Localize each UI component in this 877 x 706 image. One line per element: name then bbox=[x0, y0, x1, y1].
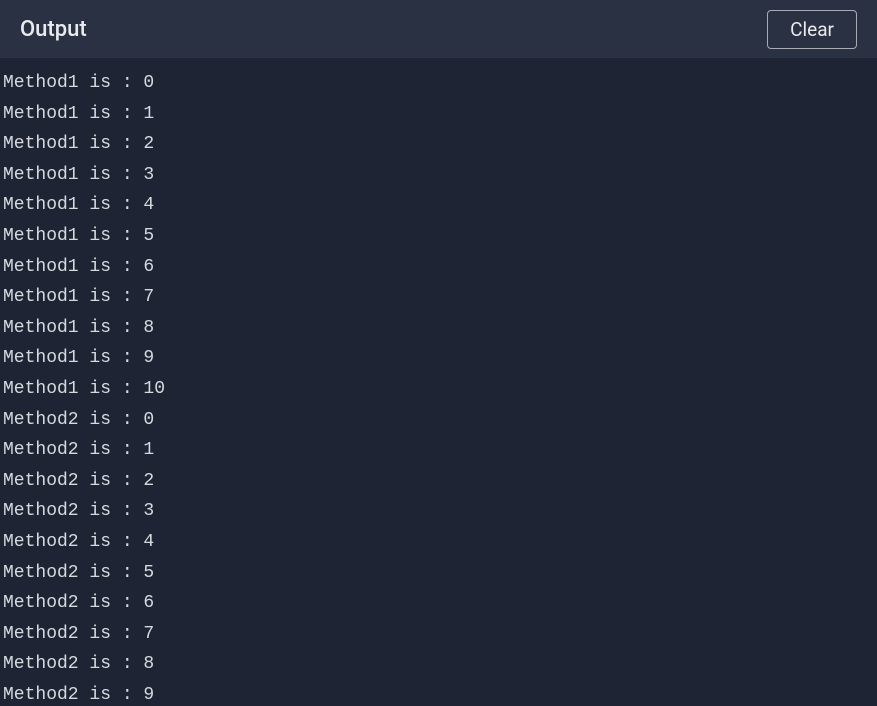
output-line: Method2 is : 4 bbox=[3, 527, 877, 558]
output-line: Method2 is : 2 bbox=[3, 466, 877, 497]
output-line: Method1 is : 2 bbox=[3, 129, 877, 160]
output-line: Method1 is : 10 bbox=[3, 374, 877, 405]
output-line: Method1 is : 6 bbox=[3, 252, 877, 283]
output-header: Output Clear bbox=[0, 0, 877, 58]
output-line: Method2 is : 7 bbox=[3, 619, 877, 650]
output-title: Output bbox=[20, 17, 87, 42]
output-line: Method2 is : 5 bbox=[3, 558, 877, 589]
output-line: Method2 is : 9 bbox=[3, 680, 877, 706]
clear-button[interactable]: Clear bbox=[767, 10, 857, 49]
output-line: Method1 is : 9 bbox=[3, 343, 877, 374]
output-line: Method2 is : 6 bbox=[3, 588, 877, 619]
output-line: Method1 is : 1 bbox=[3, 99, 877, 130]
output-line: Method2 is : 0 bbox=[3, 405, 877, 436]
output-line: Method2 is : 1 bbox=[3, 435, 877, 466]
output-line: Method1 is : 4 bbox=[3, 190, 877, 221]
output-line: Method1 is : 0 bbox=[3, 68, 877, 99]
output-line: Method1 is : 7 bbox=[3, 282, 877, 313]
output-line: Method2 is : 3 bbox=[3, 496, 877, 527]
output-line: Method2 is : 8 bbox=[3, 649, 877, 680]
output-line: Method1 is : 8 bbox=[3, 313, 877, 344]
output-line: Method1 is : 5 bbox=[3, 221, 877, 252]
output-line: Method1 is : 3 bbox=[3, 160, 877, 191]
output-console: Method1 is : 0Method1 is : 1Method1 is :… bbox=[0, 58, 877, 706]
